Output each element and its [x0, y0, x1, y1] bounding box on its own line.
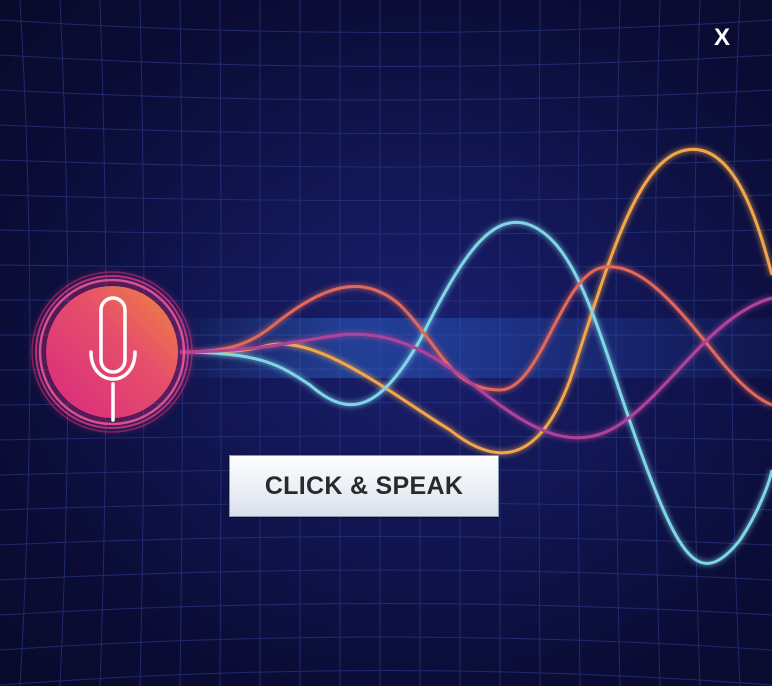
close-button[interactable]: X: [704, 20, 740, 56]
click-and-speak-button[interactable]: CLICK & SPEAK: [229, 455, 499, 517]
sound-wave-backdrop: [0, 0, 772, 686]
voice-input-window: X CLICK & SPEAK: [0, 0, 772, 686]
